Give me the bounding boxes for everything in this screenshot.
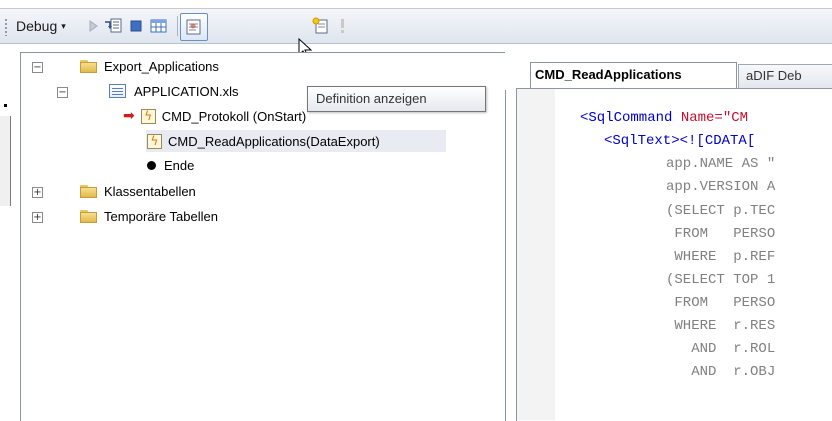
code-line: app.VERSION A: [666, 179, 776, 195]
step-into-icon[interactable]: [104, 17, 122, 35]
tree-item-temporaere-tabellen[interactable]: Temporäre Tabellen: [80, 206, 218, 226]
debug-menu-button[interactable]: Debug ▾: [16, 18, 66, 34]
code-line: app.NAME AS ": [666, 156, 776, 172]
code-line: FROM PERSO: [666, 295, 776, 311]
code-line: AND r.OBJ: [666, 364, 776, 380]
toolbar-separator: [177, 16, 178, 36]
left-marker: [4, 104, 7, 107]
code-line: (SELECT p.TEC: [666, 203, 776, 219]
show-definition-button[interactable]: [180, 13, 208, 41]
tree-item-label: Export_Applications: [104, 58, 219, 74]
tree-item-export-applications[interactable]: Export_Applications: [80, 56, 219, 76]
tree-item-label: APPLICATION.xls: [134, 83, 239, 99]
editor-gutter: [517, 89, 555, 420]
run-icon[interactable]: [84, 17, 102, 35]
tree-item-klassentabellen[interactable]: Klassentabellen: [80, 181, 196, 201]
tree-item-label: Klassentabellen: [104, 183, 196, 199]
code-line-sqltext: <SqlText><![CDATA[: [604, 133, 756, 149]
command-lightning-icon: ϟ: [140, 108, 156, 124]
folder-icon: [80, 184, 98, 198]
command-lightning-icon: ϟ: [147, 133, 162, 149]
exclamation-icon[interactable]: [333, 17, 351, 35]
tooltip: Definition anzeigen: [307, 86, 486, 112]
folder-icon: [80, 59, 98, 73]
tree-item-cmd-readapplications[interactable]: ϟ CMD_ReadApplications(DataExport): [146, 130, 446, 152]
xml-tag: <SqlCommand: [580, 110, 681, 126]
stop-icon[interactable]: [127, 17, 145, 35]
chevron-down-icon: ▾: [61, 21, 66, 31]
spreadsheet-icon: [109, 84, 126, 98]
tree-item-label: Ende: [164, 157, 195, 173]
code-line: FROM PERSO: [666, 226, 776, 242]
code-line: (SELECT TOP 1: [666, 272, 776, 288]
xml-attribute: Name="CM: [680, 110, 749, 126]
code-line: WHERE p.REF: [666, 249, 776, 265]
toolbar-grip[interactable]: [4, 18, 8, 36]
tree-item-cmd-protokoll[interactable]: ➡ ϟ CMD_Protokoll (OnStart): [123, 106, 306, 126]
end-bullet-icon: [147, 160, 156, 170]
tree-item-application-xls[interactable]: APPLICATION.xls: [109, 81, 239, 101]
tree-item-label: CMD_Protokoll (OnStart): [161, 108, 307, 124]
debug-menu-label: Debug: [16, 18, 58, 34]
tree-expand-klassentabellen[interactable]: +: [32, 187, 43, 198]
new-document-icon[interactable]: [312, 17, 330, 35]
tree-item-label: CMD_ReadApplications(DataExport): [168, 133, 380, 149]
tree-expand-temporaere-tabellen[interactable]: +: [32, 212, 43, 223]
debug-toolbar: Debug ▾: [0, 9, 832, 44]
tree-collapse-export-applications[interactable]: −: [32, 62, 43, 73]
tree-collapse-application[interactable]: −: [57, 87, 68, 98]
code-line-sqlcommand: <SqlCommand Name="CM: [580, 107, 748, 130]
table-view-icon[interactable]: [150, 17, 168, 35]
tab-adif-debug[interactable]: aDIF Deb: [738, 64, 832, 88]
tree-item-ende[interactable]: Ende: [147, 155, 194, 175]
left-splitter[interactable]: [0, 116, 11, 206]
code-line: AND r.ROL: [666, 341, 776, 357]
tab-cmd-readapplications[interactable]: CMD_ReadApplications: [530, 62, 737, 88]
tree-item-label: Temporäre Tabellen: [104, 208, 218, 224]
code-line: WHERE r.RES: [666, 318, 776, 334]
breakpoint-arrow-icon: ➡: [123, 108, 135, 124]
folder-icon: [80, 209, 98, 223]
window-top-strip: [0, 0, 832, 9]
